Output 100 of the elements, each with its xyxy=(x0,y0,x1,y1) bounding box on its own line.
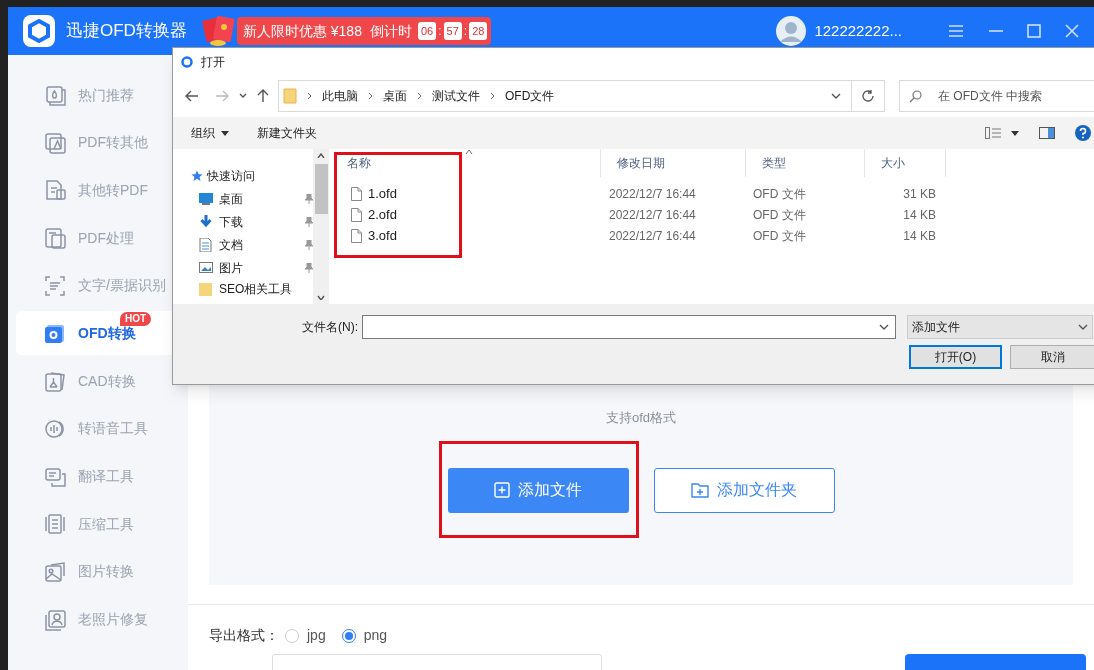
filename-label: 文件名(N): xyxy=(302,319,358,336)
file-icon xyxy=(351,228,362,243)
desktop-icon xyxy=(199,191,213,206)
column-header[interactable]: 类型 xyxy=(746,149,865,177)
envelope-icon xyxy=(200,14,237,48)
chevron-down-icon xyxy=(1078,324,1088,330)
picture-icon xyxy=(199,260,213,275)
add-file-button[interactable]: 添加文件 xyxy=(447,467,629,513)
countdown-separator: : xyxy=(438,23,442,40)
scroll-up-icon[interactable] xyxy=(317,153,325,158)
user-name[interactable]: 122222222... xyxy=(814,19,902,43)
up-arrow-icon[interactable] xyxy=(257,89,269,103)
file-icon xyxy=(351,186,362,201)
close-icon[interactable] xyxy=(1064,23,1080,39)
countdown-separator: : xyxy=(463,23,468,40)
chevron-right-icon xyxy=(490,92,495,100)
cancel-button[interactable]: 取消 xyxy=(1010,345,1094,369)
column-header[interactable]: 修改日期 xyxy=(601,149,746,177)
tree-item[interactable]: 桌面 xyxy=(199,187,313,210)
document-icon xyxy=(199,237,213,252)
app-title: 迅捷OFD转换器 xyxy=(66,20,187,43)
breadcrumb-item[interactable]: 测试文件 xyxy=(432,87,480,105)
filename-field[interactable] xyxy=(362,315,896,339)
maximize-icon[interactable] xyxy=(1026,23,1042,39)
promo-banner[interactable]: 新人限时优惠 ¥188 倒计时 06 : 57 : 28 xyxy=(236,17,492,45)
scrollbar-thumb[interactable] xyxy=(314,164,328,214)
file-type-dropdown[interactable]: 添加文件 xyxy=(907,315,1093,339)
preview-pane-icon[interactable] xyxy=(1039,127,1055,139)
document-icon xyxy=(44,179,66,202)
column-header[interactable]: 大小 xyxy=(865,149,946,177)
file-date: 2022/12/7 16:44 xyxy=(608,206,697,224)
file-row[interactable]: 1.ofd 2022/12/7 16:44 OFD 文件 31 KB xyxy=(331,183,1094,204)
file-name: 3.ofd xyxy=(368,226,397,245)
file-type: OFD 文件 xyxy=(752,185,807,203)
caret-down-icon[interactable] xyxy=(1011,130,1019,136)
pdf-icon xyxy=(44,131,66,154)
back-arrow-icon[interactable] xyxy=(185,90,199,102)
menu-icon[interactable] xyxy=(948,23,964,39)
start-button[interactable] xyxy=(905,654,1086,670)
file-name: 2.ofd xyxy=(368,205,397,224)
image-icon xyxy=(44,560,66,583)
column-header[interactable]: 名称 xyxy=(331,149,601,177)
caret-down-icon xyxy=(221,130,229,136)
tree-item[interactable]: 下载 xyxy=(199,210,313,233)
open-button[interactable]: 打开(O) xyxy=(909,345,1002,369)
file-name: 1.ofd xyxy=(368,184,397,203)
add-folder-button[interactable]: 添加文件夹 xyxy=(653,467,835,513)
file-icon xyxy=(351,207,362,222)
countdown-label: 倒计时 xyxy=(369,21,412,41)
pages-icon xyxy=(44,227,66,250)
folder-icon xyxy=(283,88,297,104)
refresh-button[interactable] xyxy=(852,80,885,112)
logo-icon xyxy=(22,14,56,48)
tree-item[interactable]: 文档 xyxy=(199,233,313,256)
file-date: 2022/12/7 16:44 xyxy=(608,227,697,245)
output-path-field[interactable] xyxy=(272,654,602,670)
tree-item[interactable]: 图片 xyxy=(199,256,313,279)
folder-icon xyxy=(199,282,213,296)
drop-hint: 支持ofd格式 xyxy=(605,409,677,427)
view-options-icon[interactable] xyxy=(985,127,1003,139)
hot-badge: HOT xyxy=(120,312,152,327)
countdown-digits: 57 xyxy=(443,22,462,40)
file-type: OFD 文件 xyxy=(752,206,807,224)
help-icon[interactable] xyxy=(1075,125,1091,141)
folder-plus-icon xyxy=(691,482,709,498)
camera-icon xyxy=(44,322,66,345)
file-size: 14 KB xyxy=(902,227,937,245)
organize-menu[interactable]: 组织 xyxy=(191,124,229,142)
chevron-right-icon xyxy=(368,92,373,100)
star-icon xyxy=(191,170,203,182)
dialog-title: 打开 xyxy=(201,54,225,71)
radio-option[interactable]: png xyxy=(341,625,388,646)
sound-icon xyxy=(44,417,66,440)
address-bar[interactable]: 此电脑 桌面 测试文件 OFD文件 xyxy=(278,80,852,112)
chat-icon xyxy=(44,465,66,488)
countdown-digits: 28 xyxy=(469,22,488,40)
app-icon xyxy=(181,56,193,68)
promo-text: 新人限时优惠 ¥188 xyxy=(242,21,362,41)
radio-option[interactable]: jpg xyxy=(285,625,326,646)
chevron-down-icon[interactable] xyxy=(831,93,841,99)
file-type: OFD 文件 xyxy=(752,227,807,245)
chevron-right-icon xyxy=(307,92,312,100)
sort-caret-icon xyxy=(465,149,473,154)
chevron-down-icon xyxy=(879,324,889,330)
scroll-down-icon[interactable] xyxy=(317,295,325,300)
file-size: 14 KB xyxy=(902,206,937,224)
tree-item[interactable]: 快速访问 xyxy=(191,165,313,187)
new-folder-button[interactable]: 新建文件夹 xyxy=(257,124,317,142)
file-size: 31 KB xyxy=(902,185,937,203)
breadcrumb-item[interactable]: OFD文件 xyxy=(505,87,555,105)
search-field[interactable]: 在 OFD文件 中搜索 xyxy=(899,80,1094,112)
tree-item[interactable]: SEO相关工具 xyxy=(199,279,313,299)
export-format-label: 导出格式： xyxy=(209,626,279,645)
file-row[interactable]: 2.ofd 2022/12/7 16:44 OFD 文件 14 KB xyxy=(331,204,1094,225)
chevron-down-icon[interactable] xyxy=(239,93,247,99)
breadcrumb-item[interactable]: 桌面 xyxy=(383,87,407,105)
search-icon xyxy=(909,90,922,103)
breadcrumb-item[interactable]: 此电脑 xyxy=(322,87,358,105)
file-row[interactable]: 3.ofd 2022/12/7 16:44 OFD 文件 14 KB xyxy=(331,225,1094,246)
plus-square-icon xyxy=(494,482,510,498)
